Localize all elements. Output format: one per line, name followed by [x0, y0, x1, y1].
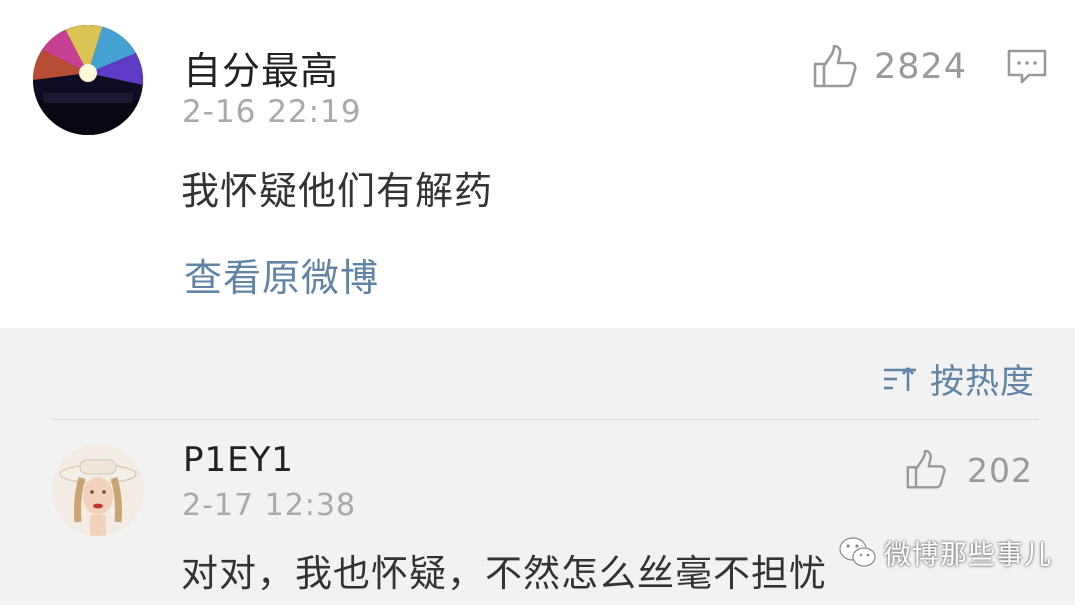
comment-timestamp: 2-17 12:38 — [182, 488, 357, 523]
post-author-name[interactable]: 自分最高 — [183, 40, 339, 95]
divider — [52, 419, 1039, 420]
watermark-text: 微博那些事儿 — [884, 540, 1052, 571]
watermark: 微博那些事儿 — [838, 533, 1052, 572]
comment-like-count: 202 — [967, 450, 1033, 490]
post-text: 我怀疑他们有解药 — [181, 169, 494, 213]
comment-text: 对对，我也怀疑，不然怎么丝毫不担忧 — [181, 552, 827, 595]
thumbs-up-icon — [813, 45, 857, 88]
avatar[interactable] — [52, 444, 144, 536]
view-original-link[interactable]: 查看原微博 — [184, 247, 379, 302]
comment-icon[interactable] — [1006, 48, 1048, 86]
comment-like-button[interactable]: 202 — [905, 450, 1033, 490]
like-count: 2824 — [874, 47, 968, 87]
post-timestamp: 2-16 22:19 — [182, 94, 362, 130]
thumbs-up-icon — [906, 450, 946, 489]
sort-label: 按热度 — [930, 362, 1035, 402]
weibo-post: 自分最高 2-16 22:19 我怀疑他们有解药 查看原微博 2824 — [0, 0, 1075, 328]
wechat-logo-icon — [839, 536, 876, 567]
sort-by-hot-button[interactable]: 按热度 — [882, 354, 1035, 403]
avatar[interactable] — [33, 25, 143, 135]
like-button[interactable]: 2824 — [812, 45, 967, 89]
comment-author-name[interactable]: P1EY1 — [183, 440, 294, 480]
sort-icon — [884, 366, 916, 391]
